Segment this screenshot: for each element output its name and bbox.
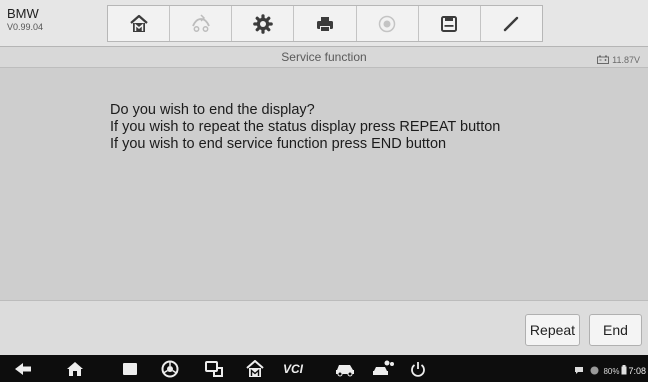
- battery-voltage: 11.87V: [612, 55, 640, 65]
- vci-label: VCI: [283, 361, 304, 376]
- back-icon[interactable]: [13, 359, 33, 378]
- home-button[interactable]: [108, 6, 171, 41]
- help-button[interactable]: [357, 6, 419, 41]
- vehicle-swap-icon: [190, 13, 212, 34]
- help-icon: [378, 15, 396, 33]
- save-button[interactable]: [419, 6, 481, 41]
- message-line: If you wish to end service function pres…: [110, 136, 447, 152]
- car-icon[interactable]: [334, 359, 356, 378]
- power-icon[interactable]: [410, 359, 426, 378]
- end-button[interactable]: End: [589, 314, 642, 346]
- screen-title: Service function: [281, 50, 367, 64]
- vehicle-name: BMW: [7, 6, 39, 21]
- vehicle-swap-button[interactable]: [170, 6, 233, 41]
- print-button[interactable]: [294, 6, 357, 41]
- car-battery-icon: [597, 51, 610, 69]
- software-version: V0.99.04: [7, 22, 44, 32]
- signal-icon: [590, 362, 599, 380]
- recent-apps-icon[interactable]: [121, 359, 139, 378]
- repeat-button[interactable]: Repeat: [525, 314, 580, 346]
- maxisys-home-icon[interactable]: [246, 359, 264, 378]
- service-message: Do you wish to end the display? If you w…: [110, 102, 500, 153]
- status-area: 80% 7:08: [574, 362, 646, 380]
- edit-button[interactable]: [481, 6, 542, 41]
- system-nav-bar: VCI 80% 7:08: [0, 355, 648, 382]
- message-line: Do you wish to end the display?: [110, 102, 315, 118]
- chat-icon: [574, 362, 584, 380]
- battery-percent: 80%: [603, 366, 620, 376]
- message-line: If you wish to repeat the status display…: [110, 119, 501, 135]
- remote-icon[interactable]: [204, 359, 224, 378]
- browser-icon[interactable]: [161, 359, 179, 378]
- home-icon[interactable]: [66, 359, 84, 378]
- settings-button[interactable]: [232, 6, 295, 41]
- settings-gear-icon: [253, 13, 273, 34]
- clock: 7:08: [628, 366, 646, 376]
- action-bar: Repeat End: [0, 300, 648, 355]
- save-icon: [440, 15, 458, 33]
- home-icon: [129, 14, 149, 34]
- toolbar: [107, 5, 543, 42]
- vehicle-info: BMW V0.99.04: [7, 7, 43, 33]
- vci-icon[interactable]: VCI: [283, 359, 303, 378]
- title-bar: Service function 11.87V: [0, 47, 648, 68]
- battery-icon: [621, 362, 627, 380]
- top-bar: BMW V0.99.04: [0, 0, 648, 47]
- edit-pen-icon: [502, 15, 520, 33]
- battery-status: 11.87V: [597, 51, 640, 69]
- print-icon: [315, 14, 335, 34]
- car-people-icon[interactable]: [372, 359, 396, 378]
